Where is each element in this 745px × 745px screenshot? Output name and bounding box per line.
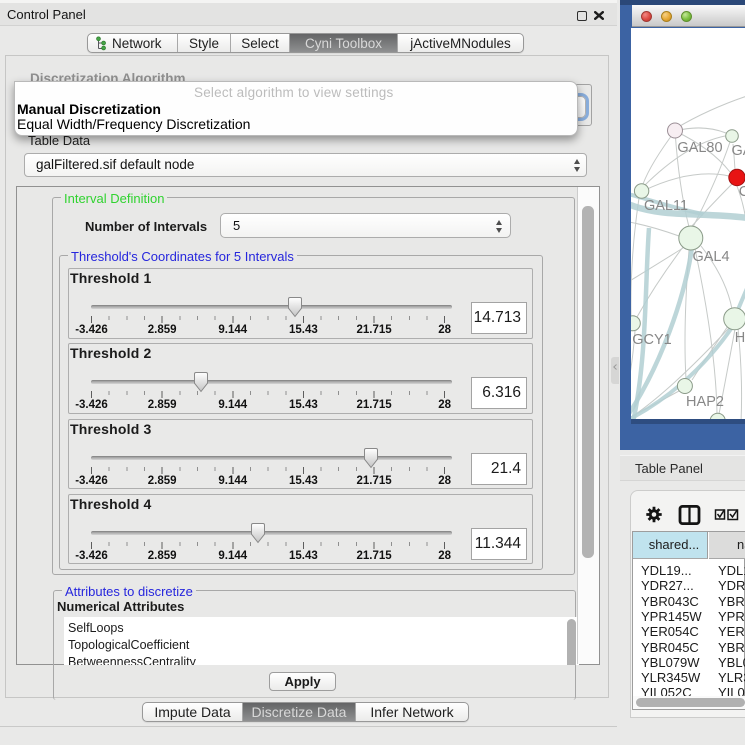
svg-text:GCY1: GCY1 <box>632 332 672 348</box>
svg-text:HAP2: HAP2 <box>686 394 724 410</box>
svg-text:H: H <box>735 330 745 346</box>
svg-text:GAL80: GAL80 <box>677 140 722 156</box>
svg-text:GA: GA <box>732 143 745 159</box>
svg-text:GAL4: GAL4 <box>692 249 729 265</box>
svg-text:C: C <box>739 184 745 200</box>
svg-text:GAL11: GAL11 <box>644 198 688 214</box>
